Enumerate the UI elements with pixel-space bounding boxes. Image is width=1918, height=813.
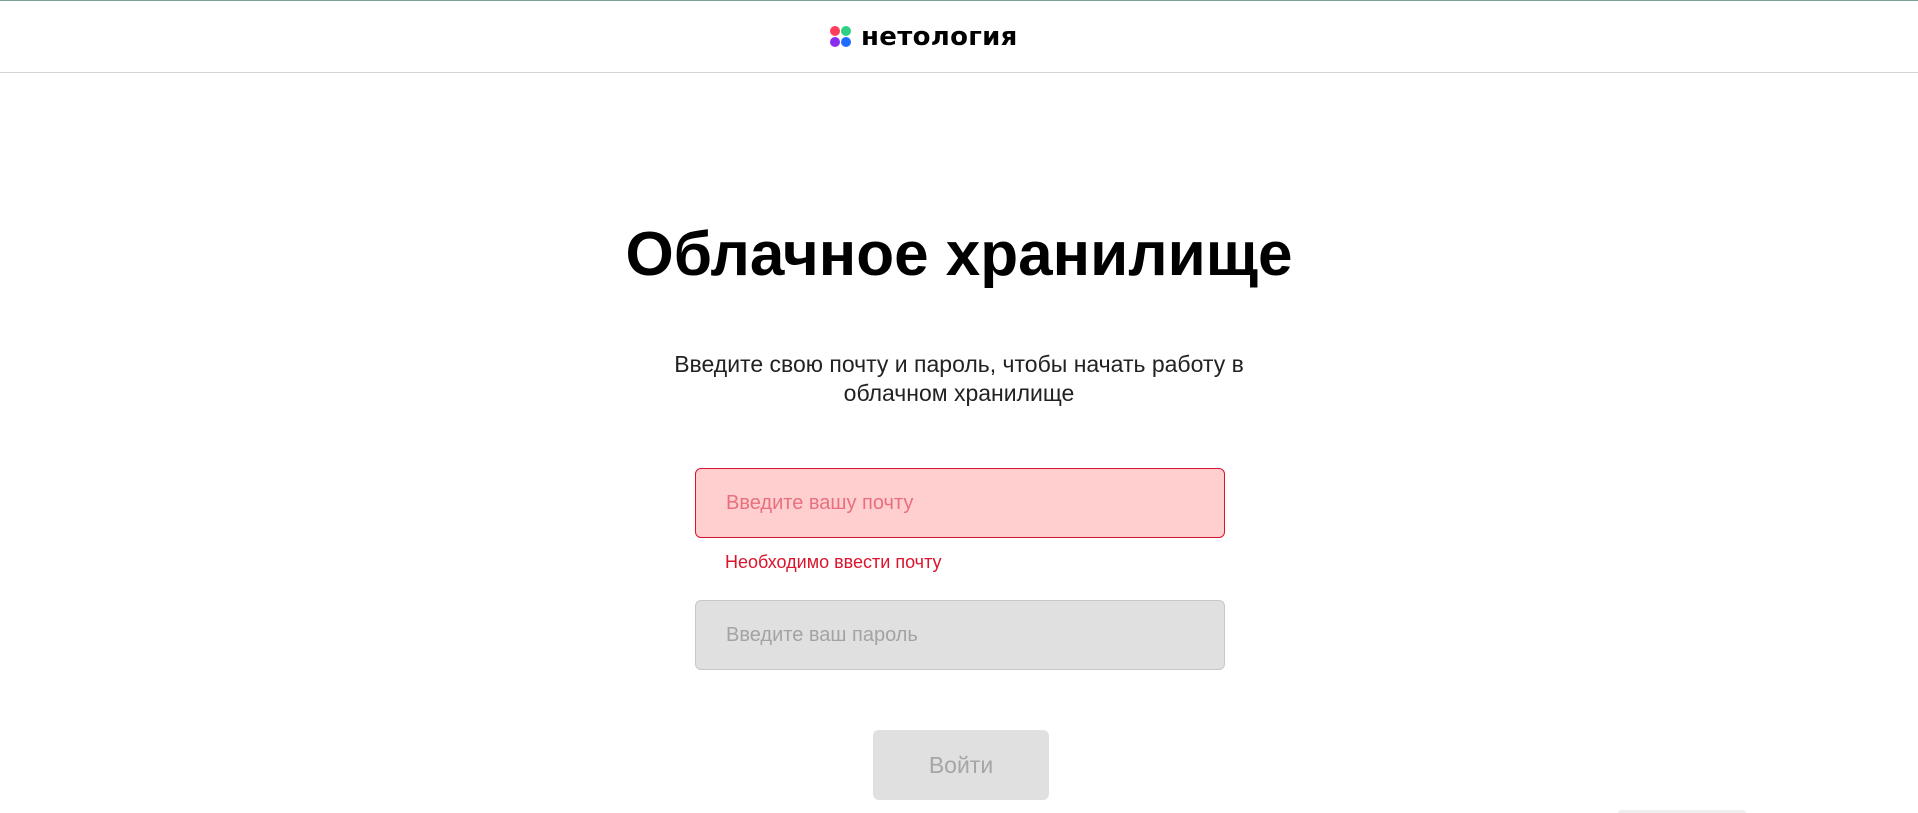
page-title: Облачное хранилище xyxy=(625,220,1293,289)
logo-dot-blue xyxy=(841,37,851,47)
email-field[interactable] xyxy=(695,468,1225,538)
site-header: нетология xyxy=(0,1,1918,73)
page-subtitle: Введите свою почту и пароль, чтобы начат… xyxy=(674,351,1244,406)
password-field[interactable] xyxy=(695,600,1225,670)
logo[interactable]: нетология xyxy=(830,22,1018,52)
logo-dot-green xyxy=(841,26,851,36)
login-button[interactable]: Войти xyxy=(873,730,1049,800)
logo-icon xyxy=(830,26,852,48)
logo-dot-purple xyxy=(830,37,840,47)
logo-text: нетология xyxy=(861,22,1018,52)
login-page: нетология Облачное хранилище Введите сво… xyxy=(0,0,1918,813)
logo-dot-red xyxy=(830,26,840,36)
email-error-message: Необходимо ввести почту xyxy=(725,552,942,572)
